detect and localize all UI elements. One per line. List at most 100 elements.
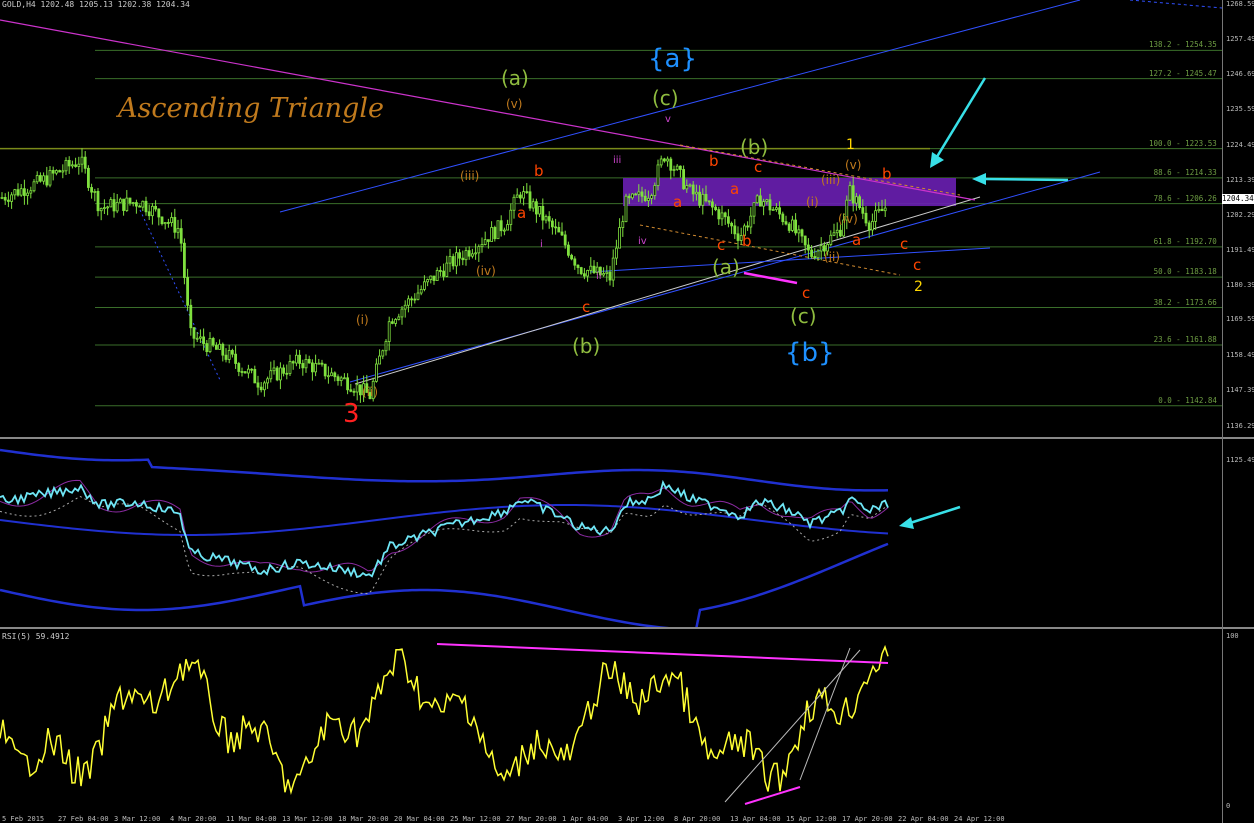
candle-body — [611, 257, 615, 281]
candle-body — [160, 216, 164, 225]
candle-body — [653, 185, 657, 196]
candle-body — [278, 367, 282, 381]
candle-body — [438, 270, 442, 272]
candle-body — [291, 361, 295, 364]
wave-label: iv — [638, 236, 647, 247]
candle-body — [342, 377, 346, 380]
candle-body — [269, 370, 273, 380]
candle-body — [810, 249, 813, 257]
candle-body — [109, 199, 113, 208]
time-axis-tick: 3 Mar 12:00 — [114, 815, 161, 823]
candle-body — [301, 363, 305, 369]
time-axis-tick: 13 Mar 12:00 — [282, 815, 333, 823]
candle-body — [659, 158, 663, 166]
channel-line-mid — [589, 247, 991, 273]
candle-body — [608, 271, 612, 281]
candle-body — [208, 338, 212, 353]
candle-body — [0, 197, 4, 199]
candle-body — [794, 219, 797, 234]
candle-body — [666, 158, 669, 162]
time-axis-tick: 8 Apr 20:00 — [674, 815, 721, 823]
price-axis-line — [1222, 0, 1223, 823]
time-axis-tick: 15 Apr 12:00 — [786, 815, 837, 823]
candle-body — [787, 223, 791, 231]
candle-body — [157, 208, 161, 218]
candle-body — [317, 362, 321, 365]
candle-body — [282, 367, 286, 374]
candle-body — [688, 184, 692, 187]
candle-body — [454, 252, 458, 267]
fib-level-label: 88.6 - 1214.33 — [1153, 167, 1217, 177]
candle-body — [746, 225, 749, 228]
candle-body — [150, 205, 154, 217]
time-axis-tick: 5 Feb 2015 — [2, 815, 45, 823]
wave-label: (iii) — [460, 169, 480, 183]
time-axis-tick: 11 Mar 04:00 — [226, 815, 277, 823]
candle-body — [647, 197, 650, 201]
candle-body — [310, 362, 314, 373]
candle-body — [531, 201, 535, 209]
candle-body — [384, 341, 388, 352]
candle-body — [55, 170, 58, 174]
wave-label: a — [673, 193, 683, 211]
candle-body — [243, 371, 247, 374]
fib-level-label: 61.8 - 1192.70 — [1153, 236, 1217, 246]
time-axis-tick: 4 Mar 20:00 — [170, 815, 217, 823]
candle-body — [349, 389, 353, 392]
wave-label: b — [742, 232, 752, 250]
symbol-header: GOLD,H4 1202.48 1205.13 1202.38 1204.34 — [2, 0, 190, 9]
candle-body — [784, 221, 788, 225]
candle-body — [560, 231, 564, 236]
current-price-marker: 1204.34 — [1222, 194, 1254, 204]
candle-body — [736, 233, 740, 241]
candle-body — [861, 207, 865, 214]
candle-body — [67, 159, 71, 167]
candle-body — [605, 271, 609, 274]
candle-body — [832, 232, 836, 236]
candle-body — [707, 200, 711, 203]
candle-body — [406, 298, 410, 306]
candle-body — [83, 156, 87, 169]
candle-body — [717, 209, 721, 220]
candle-body — [567, 244, 570, 256]
candle-body — [71, 164, 74, 167]
candle-body — [90, 187, 93, 193]
candle-body — [7, 199, 10, 202]
candle-body — [64, 159, 68, 172]
candle-body — [32, 181, 36, 192]
candle-body — [797, 229, 801, 234]
candle-body — [675, 165, 679, 170]
candle-body — [589, 265, 593, 271]
candle-body — [22, 188, 26, 196]
candle-body — [871, 220, 874, 231]
candle-body — [307, 358, 311, 364]
rsi-axis-tick: 100 — [1226, 632, 1239, 640]
candle-body — [96, 191, 100, 212]
wave-label: {b} — [785, 338, 835, 368]
wave-label: (c) — [790, 304, 817, 328]
candle-body — [858, 196, 861, 209]
bollinger-indicator-panel[interactable] — [0, 440, 1222, 627]
wave-label: c — [900, 235, 909, 253]
rsi-panel[interactable] — [0, 630, 1222, 817]
wave-label: {a} — [648, 44, 698, 74]
candle-body — [493, 227, 497, 240]
candle-body — [592, 265, 596, 274]
time-axis-tick: 18 Mar 20:00 — [338, 815, 389, 823]
candle-body — [701, 193, 705, 206]
candle-body — [637, 191, 641, 195]
candle-body — [141, 200, 145, 208]
candle-body — [211, 338, 215, 346]
candle-body — [218, 343, 222, 350]
candle-body — [173, 217, 177, 233]
candle-body — [237, 363, 241, 372]
wave-label: a — [517, 204, 527, 222]
candle-body — [880, 208, 884, 212]
time-axis-tick: 27 Feb 04:00 — [58, 815, 109, 823]
wave-label: b — [534, 162, 544, 180]
candle-body — [253, 368, 257, 384]
candle-body — [87, 167, 90, 188]
candle-body — [554, 226, 557, 229]
price-axis-tick: 1224.49 — [1226, 140, 1254, 149]
price-chart-panel[interactable] — [0, 0, 1222, 437]
